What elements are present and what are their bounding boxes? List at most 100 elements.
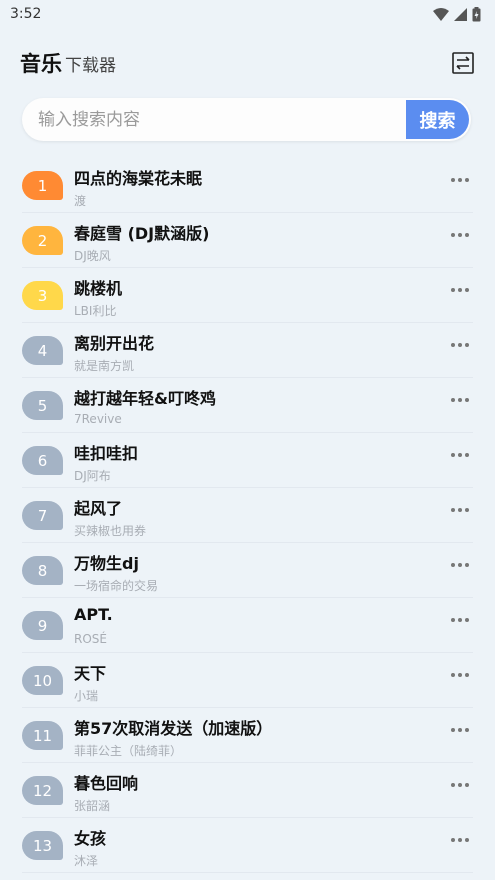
- song-title: 第57次取消发送（加速版）: [74, 719, 273, 738]
- song-artist: 渡: [74, 194, 87, 208]
- song-row[interactable]: 5 越打越年轻&叮咚鸡 7Revive: [0, 378, 495, 433]
- more-options-icon[interactable]: [451, 233, 469, 237]
- more-dot: [451, 508, 455, 512]
- song-title: 女孩: [74, 829, 107, 848]
- more-dot: [451, 728, 455, 732]
- song-title: 离别开出花: [74, 334, 155, 353]
- song-row[interactable]: 12 暮色回响 张韶涵: [0, 763, 495, 818]
- wifi-icon: [433, 7, 449, 21]
- rank-badge: 11: [22, 721, 63, 750]
- song-row[interactable]: 6 哇扣哇扣 DJ阿布: [0, 433, 495, 488]
- song-row[interactable]: 11 第57次取消发送（加速版） 菲菲公主（陆绮菲）: [0, 708, 495, 763]
- more-dot: [465, 838, 469, 842]
- song-title: 越打越年轻&叮咚鸡: [74, 389, 216, 408]
- song-artist: 小瑞: [74, 689, 99, 703]
- song-title: 四点的海棠花未眠: [74, 169, 203, 188]
- more-dot: [465, 508, 469, 512]
- more-options-icon[interactable]: [451, 783, 469, 787]
- more-dot: [451, 453, 455, 457]
- rank-badge: 2: [22, 226, 63, 255]
- more-options-icon[interactable]: [451, 838, 469, 842]
- more-dot: [465, 453, 469, 457]
- song-row[interactable]: 9 APT. ROSÉ: [0, 598, 495, 653]
- rank-badge: 6: [22, 446, 63, 475]
- more-dot: [458, 673, 462, 677]
- more-options-icon[interactable]: [451, 508, 469, 512]
- more-dot: [451, 838, 455, 842]
- rank-badge: 5: [22, 391, 63, 420]
- more-dot: [465, 178, 469, 182]
- more-dot: [458, 343, 462, 347]
- more-options-icon[interactable]: [451, 563, 469, 567]
- app-title-group: 音乐 下载器: [20, 48, 116, 78]
- more-dot: [451, 783, 455, 787]
- more-dot: [465, 618, 469, 622]
- more-dot: [451, 563, 455, 567]
- switch-source-icon[interactable]: [451, 51, 475, 75]
- song-artist: DJ晚风: [74, 249, 111, 263]
- song-title: 万物生dj: [74, 554, 139, 573]
- more-options-icon[interactable]: [451, 728, 469, 732]
- more-options-icon[interactable]: [451, 673, 469, 677]
- more-dot: [465, 783, 469, 787]
- app-title: 音乐: [20, 52, 62, 76]
- song-artist: 一场宿命的交易: [74, 579, 159, 593]
- rank-badge: 8: [22, 556, 63, 585]
- song-row[interactable]: 10 天下小瑞: [0, 653, 495, 708]
- more-dot: [451, 233, 455, 237]
- song-row[interactable]: 4 离别开出花就是南方凯: [0, 323, 495, 378]
- song-title: 起风了: [74, 499, 123, 518]
- song-artist: LBI利比: [74, 304, 117, 318]
- song-row[interactable]: 7 起风了 买辣椒也用券: [0, 488, 495, 543]
- more-options-icon[interactable]: [451, 398, 469, 402]
- rank-badge: 10: [22, 666, 63, 695]
- song-artist: 就是南方凯: [74, 359, 135, 373]
- more-dot: [458, 618, 462, 622]
- song-artist: 沐泽: [74, 854, 99, 868]
- song-artist: 7Revive: [74, 412, 122, 426]
- more-dot: [458, 838, 462, 842]
- more-dot: [465, 398, 469, 402]
- more-dot: [465, 288, 469, 292]
- more-options-icon[interactable]: [451, 343, 469, 347]
- more-dot: [458, 453, 462, 457]
- more-dot: [451, 178, 455, 182]
- more-dot: [451, 288, 455, 292]
- search-input[interactable]: [22, 98, 406, 141]
- battery-icon: [472, 6, 481, 21]
- song-artist: 张韶涵: [74, 799, 111, 813]
- search-bar: 搜索: [22, 98, 471, 141]
- song-artist: 买辣椒也用券: [74, 524, 147, 538]
- more-dot: [458, 178, 462, 182]
- app-header: 音乐 下载器: [20, 48, 475, 78]
- song-row[interactable]: 13 女孩沐泽: [0, 818, 495, 873]
- more-dot: [458, 398, 462, 402]
- song-row[interactable]: 1 四点的海棠花未眠渡: [0, 158, 495, 213]
- more-dot: [451, 398, 455, 402]
- rank-badge: 13: [22, 831, 63, 860]
- song-row[interactable]: 8 万物生dj 一场宿命的交易: [0, 543, 495, 598]
- song-title: 哇扣哇扣: [74, 444, 139, 463]
- more-options-icon[interactable]: [451, 288, 469, 292]
- more-options-icon[interactable]: [451, 618, 469, 622]
- song-title: 天下: [74, 664, 107, 683]
- status-time: 3:52: [10, 6, 42, 22]
- rank-badge: 4: [22, 336, 63, 365]
- song-row[interactable]: 3 跳楼机 LBI利比: [0, 268, 495, 323]
- signal-icon: [454, 7, 467, 21]
- more-options-icon[interactable]: [451, 453, 469, 457]
- more-options-icon[interactable]: [451, 178, 469, 182]
- rank-badge: 9: [22, 611, 63, 640]
- search-button[interactable]: 搜索: [406, 100, 469, 139]
- more-dot: [465, 728, 469, 732]
- app-subtitle: 下载器: [65, 56, 116, 76]
- song-row[interactable]: 2 春庭雪 (DJ默涵版) DJ晚风: [0, 213, 495, 268]
- more-dot: [451, 618, 455, 622]
- status-bar: 3:52: [0, 0, 495, 28]
- more-dot: [465, 563, 469, 567]
- status-icons: [433, 6, 481, 22]
- song-title: 跳楼机: [74, 279, 123, 298]
- more-dot: [451, 673, 455, 677]
- rank-badge: 12: [22, 776, 63, 805]
- song-list: 1 四点的海棠花未眠渡 2 春庭雪 (DJ默涵版) DJ晚风 3 跳楼机 LBI利比 4 离别开出…: [0, 158, 495, 873]
